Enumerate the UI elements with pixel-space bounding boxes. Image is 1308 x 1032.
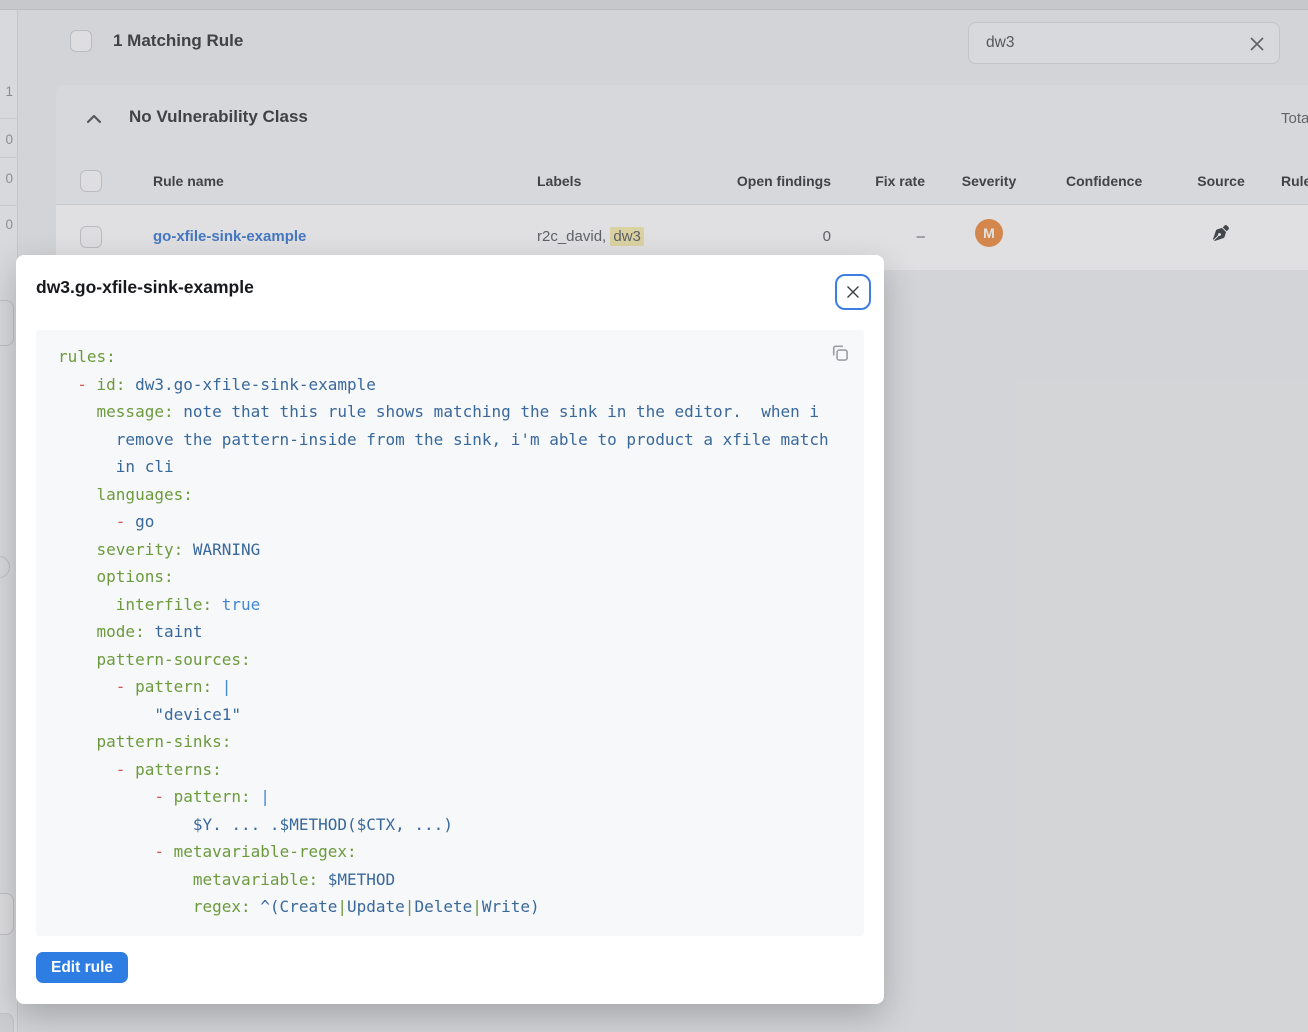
code-line: severity: WARNING — [58, 536, 864, 564]
code-line: - patterns: — [58, 756, 864, 784]
rule-detail-modal: dw3.go-xfile-sink-example rules: - id: d… — [16, 255, 884, 1004]
code-line: - metavariable-regex: — [58, 838, 864, 866]
copy-icon[interactable] — [830, 343, 850, 363]
rules-page: 1 0 0 0 1 Matching Rule No Vulnerability… — [0, 0, 1308, 1032]
code-line: pattern-sources: — [58, 646, 864, 674]
code-line: pattern-sinks: — [58, 728, 864, 756]
code-lines: rules: - id: dw3.go-xfile-sink-example m… — [58, 343, 864, 921]
code-line: - id: dw3.go-xfile-sink-example — [58, 371, 864, 399]
code-line: - pattern: | — [58, 673, 864, 701]
code-line: - go — [58, 508, 864, 536]
code-line: "device1" — [58, 701, 864, 729]
code-line: in cli — [58, 453, 864, 481]
code-line: regex: ^(Create|Update|Delete|Write) — [58, 893, 864, 921]
modal-title: dw3.go-xfile-sink-example — [36, 277, 254, 298]
close-button[interactable] — [835, 274, 871, 310]
code-line: interfile: true — [58, 591, 864, 619]
code-line: remove the pattern-inside from the sink,… — [58, 426, 864, 454]
code-line: - pattern: | — [58, 783, 864, 811]
code-line: languages: — [58, 481, 864, 509]
code-line: metavariable: $METHOD — [58, 866, 864, 894]
edit-rule-button[interactable]: Edit rule — [36, 952, 128, 983]
code-line: mode: taint — [58, 618, 864, 646]
code-line: options: — [58, 563, 864, 591]
code-line: $Y. ... .$METHOD($CTX, ...) — [58, 811, 864, 839]
rule-yaml-code: rules: - id: dw3.go-xfile-sink-example m… — [36, 330, 864, 936]
close-icon — [845, 284, 861, 300]
code-line: message: note that this rule shows match… — [58, 398, 864, 426]
code-line: rules: — [58, 343, 864, 371]
